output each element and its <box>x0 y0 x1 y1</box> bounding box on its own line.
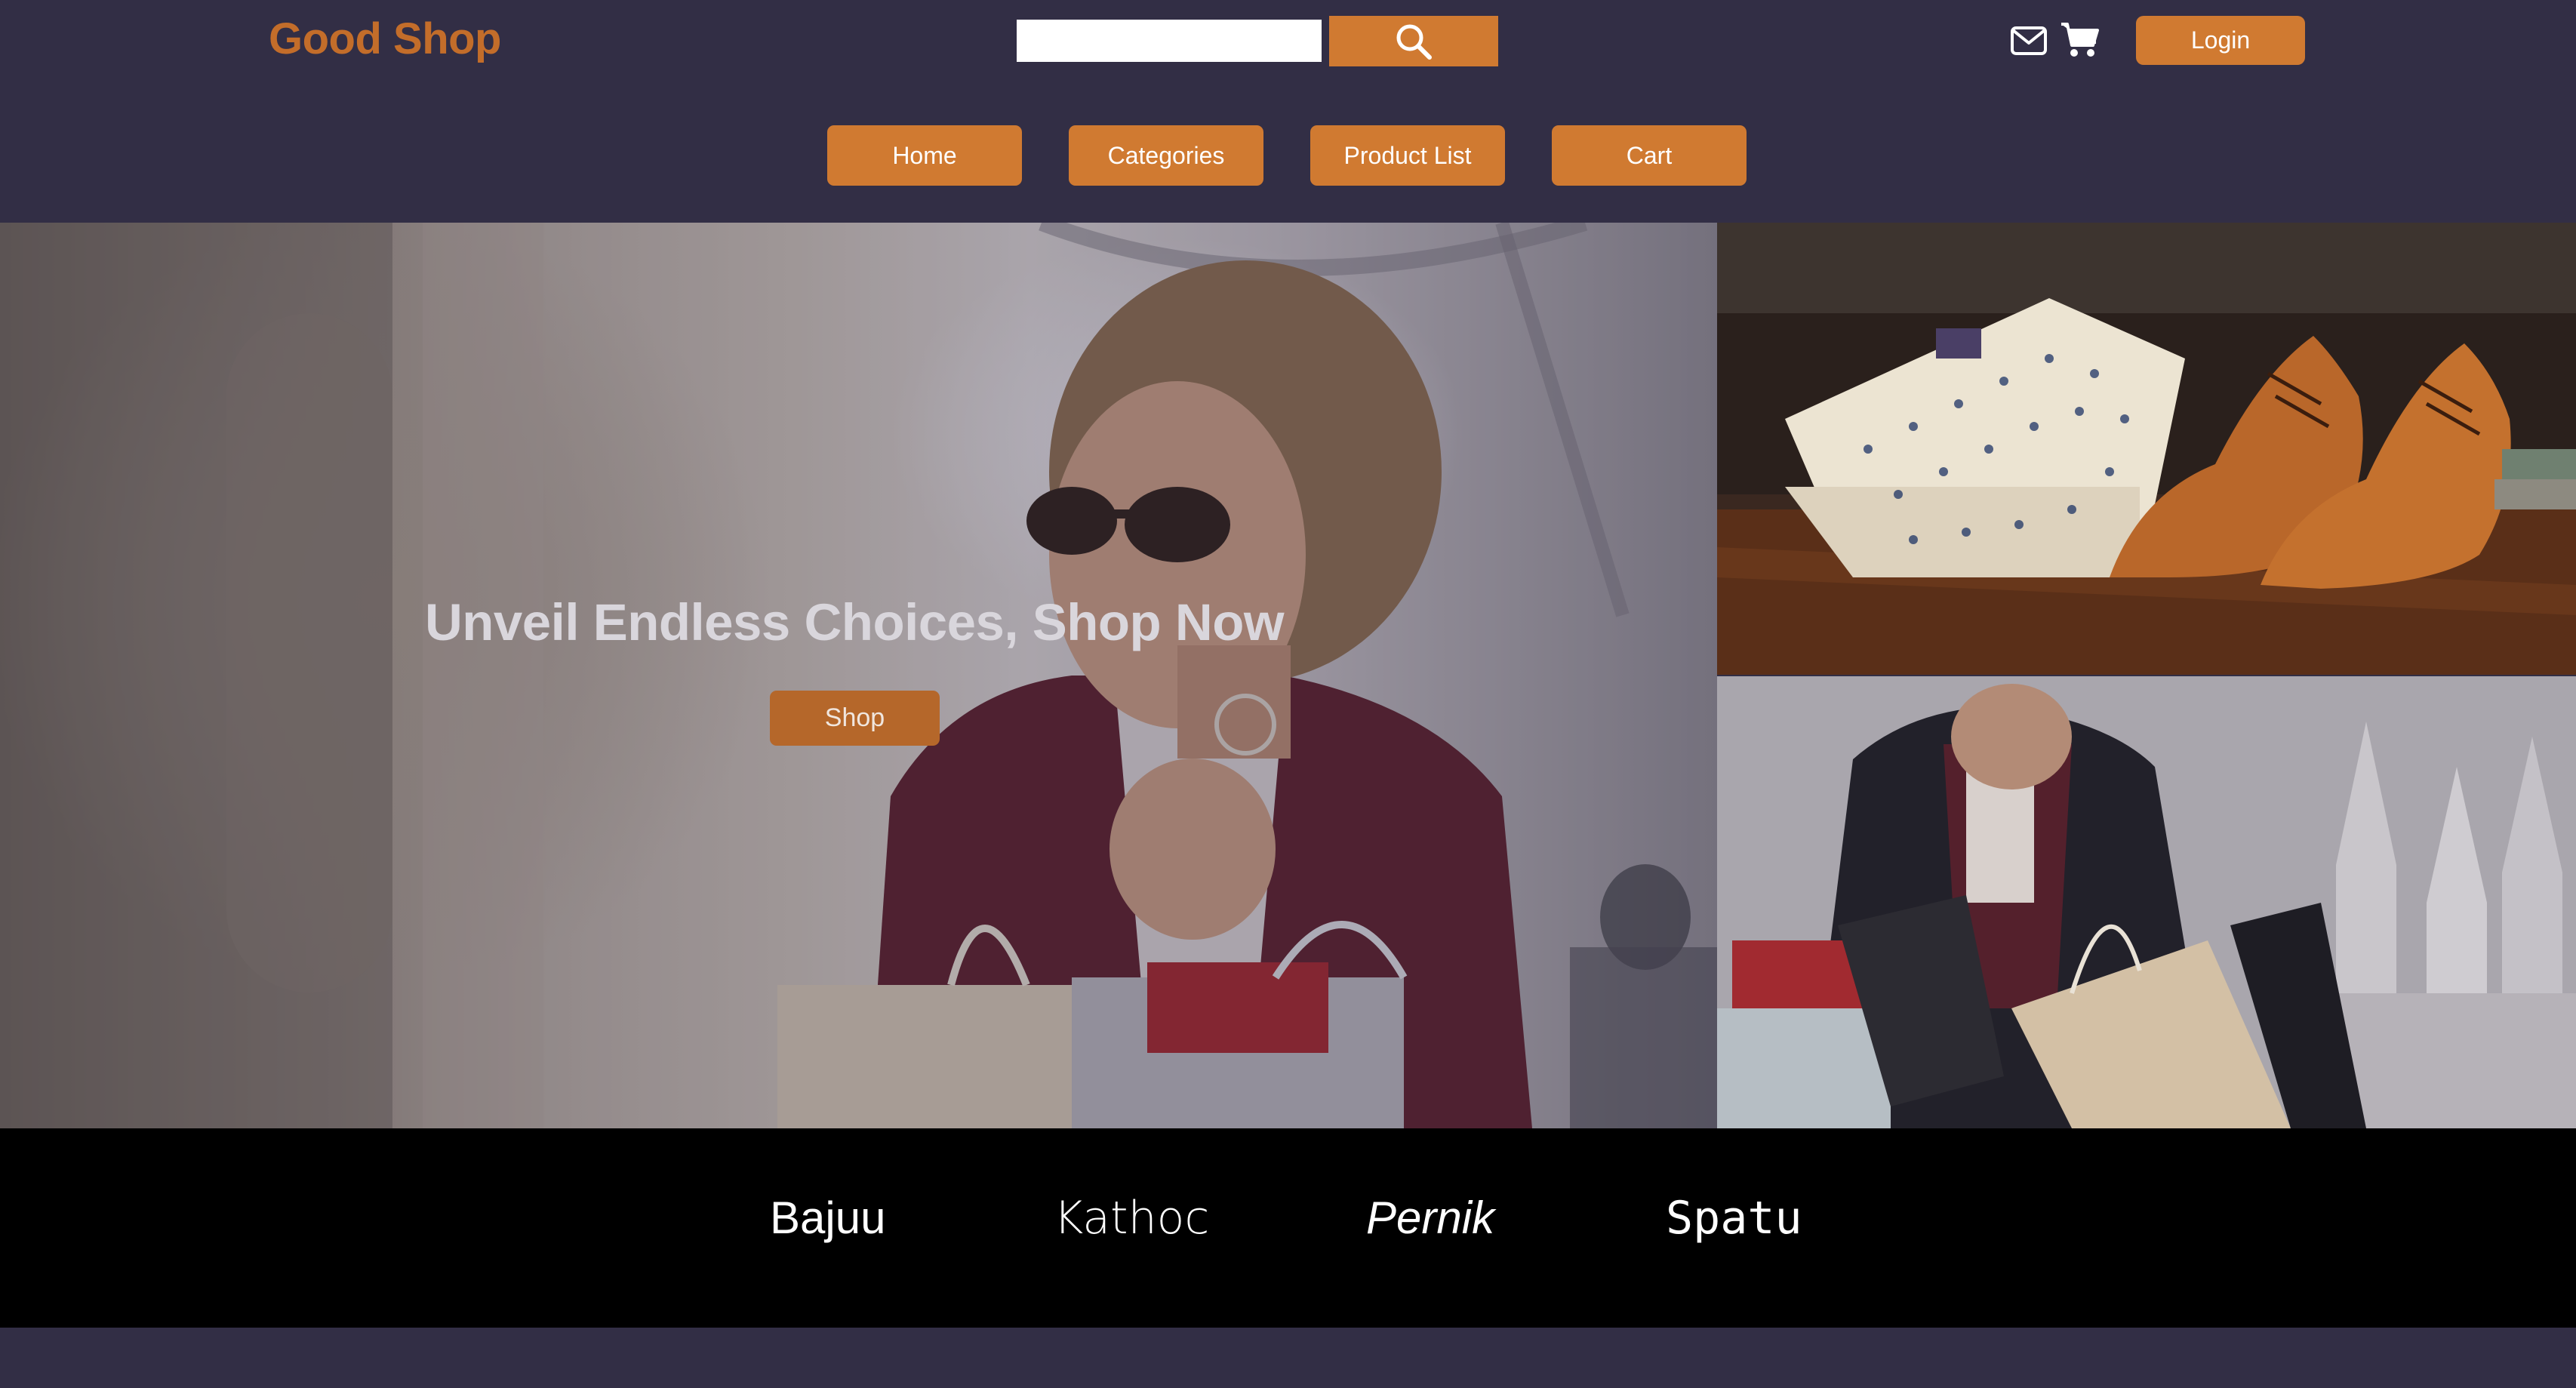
footer-strip <box>0 1328 2576 1388</box>
page: Good Shop Login Home Categories Product … <box>0 0 2576 1388</box>
site-header: Good Shop Login Home Categories Product … <box>0 0 2576 223</box>
search-input[interactable] <box>1017 20 1322 62</box>
cart-button[interactable] <box>2060 21 2099 59</box>
hero-overlay <box>0 223 1717 1128</box>
mail-button[interactable] <box>2010 26 2048 56</box>
envelope-icon <box>2011 26 2047 55</box>
login-button[interactable]: Login <box>2136 16 2305 65</box>
nav-product-list[interactable]: Product List <box>1310 125 1505 186</box>
site-logo[interactable]: Good Shop <box>269 14 502 64</box>
search-icon <box>1396 24 1432 60</box>
hero-title: Unveil Endless Choices, Shop Now <box>424 593 1285 651</box>
brand-bar: Bajuu Kathoc Pernik Spatu <box>0 1128 2576 1328</box>
nav-categories[interactable]: Categories <box>1069 125 1263 186</box>
brand-pernik[interactable]: Pernik <box>1366 1192 1494 1244</box>
shop-button[interactable]: Shop <box>770 691 940 746</box>
shoes-shirts-image <box>1717 223 2576 675</box>
promo-tile-shoes[interactable] <box>1717 223 2576 675</box>
brand-kathoc[interactable]: Kathoc <box>1054 1192 1209 1245</box>
brand-spatu[interactable]: Spatu <box>1666 1192 1802 1245</box>
brand-bajuu[interactable]: Bajuu <box>770 1192 885 1244</box>
promo-tile-bags[interactable] <box>1717 676 2576 1128</box>
nav-cart[interactable]: Cart <box>1552 125 1747 186</box>
shopping-bags-image <box>1717 676 2576 1128</box>
shopping-cart-icon <box>2061 23 2099 57</box>
search-button[interactable] <box>1329 16 1498 66</box>
hero-banner: Unveil Endless Choices, Shop Now Shop <box>0 223 1717 1128</box>
nav-home[interactable]: Home <box>827 125 1022 186</box>
